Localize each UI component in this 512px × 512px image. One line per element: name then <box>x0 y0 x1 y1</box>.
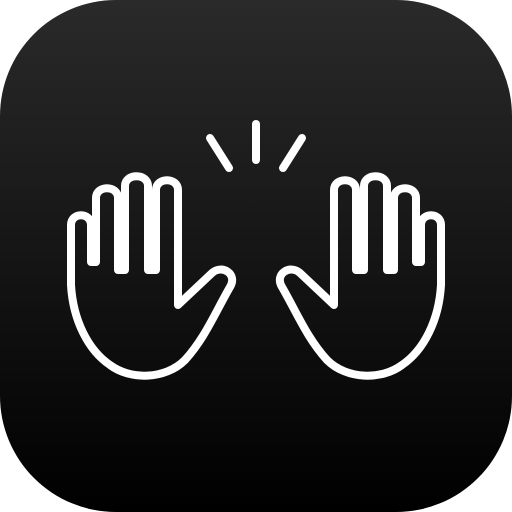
raising-hands-icon <box>0 0 512 512</box>
app-icon[interactable] <box>0 0 512 512</box>
icon-background <box>0 0 512 512</box>
icon-canvas <box>0 0 512 512</box>
